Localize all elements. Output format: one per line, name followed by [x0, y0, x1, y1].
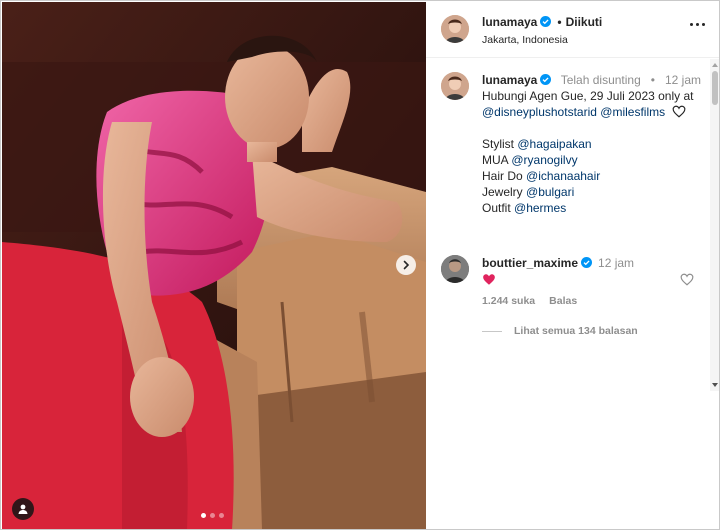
mention-link[interactable]: @milesfilms [600, 105, 665, 119]
scroll-down-icon[interactable] [712, 382, 718, 388]
caption-author-avatar[interactable] [441, 72, 469, 100]
caption-line: Hubungi Agen Gue, 29 Juli 2023 only at [482, 89, 694, 103]
mention-link[interactable]: @ichanaahair [526, 169, 600, 183]
commenter-avatar[interactable] [441, 255, 469, 283]
next-slide-button[interactable] [396, 255, 416, 275]
credit-label: Hair Do [482, 169, 523, 183]
user-tag-icon [18, 504, 28, 514]
post-location[interactable]: Jakarta, Indonesia [482, 34, 568, 46]
reply-button[interactable]: Balas [549, 295, 577, 307]
commenter-username[interactable]: bouttier_maxime [482, 256, 578, 270]
comments-scroll-area[interactable]: lunamaya Telah disunting • 12 jam Hubungi … [426, 59, 719, 391]
divider [482, 330, 502, 332]
view-replies-label: Lihat semua 134 balasan [514, 325, 638, 337]
post-caption: lunamaya Telah disunting • 12 jam Hubungi … [482, 72, 708, 216]
like-comment-button[interactable] [680, 273, 694, 286]
post-photo [2, 2, 426, 529]
mention-link[interactable]: @bulgari [526, 185, 574, 199]
credit-label: Stylist [482, 137, 515, 151]
scroll-up-icon[interactable] [712, 62, 718, 68]
scrollbar[interactable] [710, 59, 719, 391]
carousel-dot [201, 513, 206, 518]
verified-badge-icon [540, 74, 552, 85]
red-heart-emoji-icon [483, 274, 495, 285]
post-media[interactable] [2, 2, 426, 529]
more-options-icon [690, 22, 693, 26]
separator-bullet: • [557, 15, 562, 29]
comment-meta: 1.244 suka Balas [482, 295, 577, 307]
carousel-dot [219, 513, 224, 518]
carousel-dot [210, 513, 215, 518]
comment-timestamp[interactable]: 12 jam [598, 256, 634, 270]
author-avatar[interactable] [441, 15, 469, 43]
user-tag-button[interactable] [12, 498, 34, 520]
comment-like-count[interactable]: 1.244 suka [482, 295, 535, 307]
mention-link[interactable]: @disneyplushotstarid [482, 105, 597, 119]
mention-link[interactable]: @hermes [514, 201, 566, 215]
post-dialog: lunamaya • Diikuti Jakarta, Indonesia luna… [0, 0, 720, 530]
post-details-pane: lunamaya • Diikuti Jakarta, Indonesia luna… [426, 2, 719, 529]
chevron-right-icon [403, 260, 410, 270]
mention-link[interactable]: @ryanogilvy [511, 153, 577, 167]
verified-badge-icon [540, 16, 552, 27]
carousel-indicator [201, 513, 224, 518]
comment-item: bouttier_maxime 12 jam [482, 255, 682, 286]
post-header: lunamaya • Diikuti Jakarta, Indonesia [426, 2, 719, 58]
separator-bullet: • [650, 73, 655, 87]
author-line: lunamaya • Diikuti [482, 15, 602, 29]
verified-badge-icon [581, 257, 593, 268]
credit-label: Outfit [482, 201, 511, 215]
more-options-button[interactable] [690, 18, 710, 30]
author-username[interactable]: lunamaya [482, 15, 537, 29]
following-button[interactable]: Diikuti [566, 15, 603, 29]
mention-link[interactable]: @hagaipakan [517, 137, 591, 151]
heart-icon [673, 105, 686, 118]
view-replies-button[interactable]: Lihat semua 134 balasan [482, 325, 638, 337]
credit-label: Jewelry [482, 185, 523, 199]
credit-label: MUA [482, 153, 509, 167]
edited-label: Telah disunting [560, 73, 641, 87]
scrollbar-thumb[interactable] [712, 71, 718, 105]
caption-timestamp[interactable]: 12 jam [665, 73, 701, 87]
caption-username[interactable]: lunamaya [482, 73, 537, 87]
